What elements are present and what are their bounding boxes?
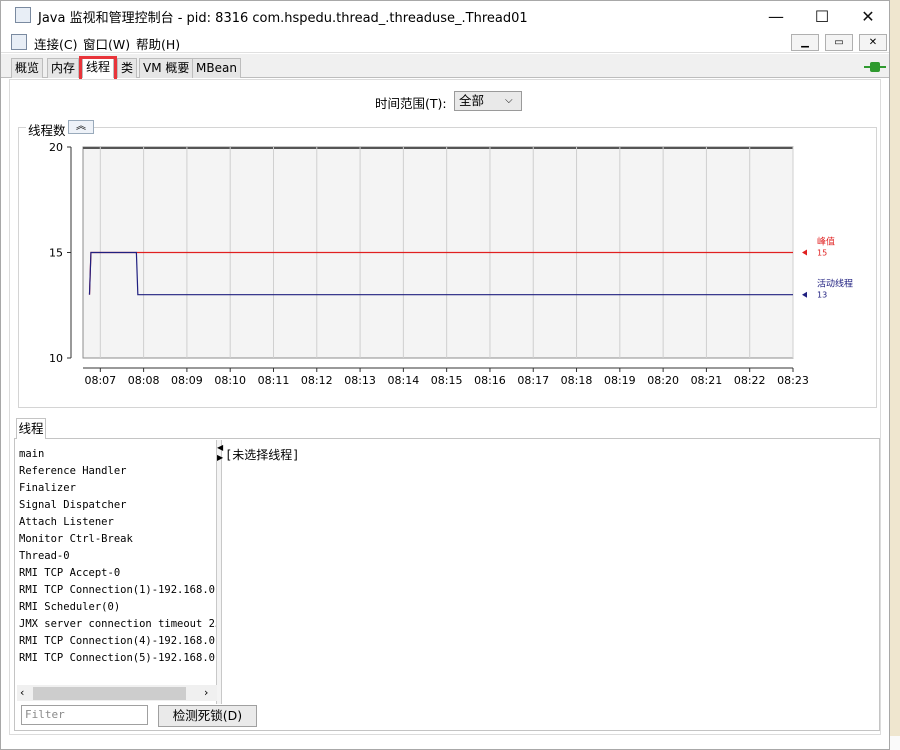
thread-list-item[interactable]: Thread-0 bbox=[16, 548, 216, 565]
menu-bar bbox=[1, 31, 889, 53]
x-tick-label: 08:17 bbox=[517, 374, 549, 387]
thread-list-item[interactable]: Monitor Ctrl-Break bbox=[16, 531, 216, 548]
tab-memory[interactable]: 内存 bbox=[47, 58, 80, 78]
maximize-button[interactable]: ☐ bbox=[799, 1, 845, 31]
x-tick-label: 08:16 bbox=[474, 374, 506, 387]
thread-list-item[interactable]: RMI TCP Connection(4)-192.168.0.1 bbox=[16, 633, 216, 650]
thread-list-item[interactable]: Attach Listener bbox=[16, 514, 216, 531]
time-range-label: 时间范围(T): bbox=[375, 96, 447, 111]
x-tick-label: 08:10 bbox=[214, 374, 246, 387]
java-cup-icon[interactable] bbox=[11, 34, 27, 50]
scroll-left-icon[interactable]: ‹ bbox=[20, 686, 24, 699]
thread-filter-input[interactable]: Filter bbox=[21, 705, 148, 725]
x-tick-label: 08:07 bbox=[84, 374, 116, 387]
internal-minimize-button[interactable]: ▁ bbox=[791, 34, 819, 51]
thread-list-item[interactable]: RMI TCP Connection(1)-192.168.0.1 bbox=[16, 582, 216, 599]
thread-list-item[interactable]: JMX server connection timeout 25 bbox=[16, 616, 216, 633]
window-title: Java 监视和管理控制台 - pid: 8316 com.hspedu.thr… bbox=[38, 11, 528, 26]
tab-overview[interactable]: 概览 bbox=[11, 58, 44, 78]
thread-list-item[interactable]: RMI Scheduler(0) bbox=[16, 599, 216, 616]
legend-marker bbox=[802, 291, 807, 298]
x-tick-label: 08:18 bbox=[561, 374, 593, 387]
x-tick-label: 08:14 bbox=[388, 374, 420, 387]
y-tick-label: 20 bbox=[49, 141, 63, 154]
x-tick-label: 08:23 bbox=[777, 374, 809, 387]
tab-vm-summary[interactable]: VM 概要 bbox=[139, 58, 194, 78]
thread-count-chart: 08:07 08:08 08:09 08:10 08:11 08:12 08:13 08:14… bbox=[49, 141, 853, 387]
connection-status-icon bbox=[864, 62, 886, 72]
x-tick-label: 08:11 bbox=[258, 374, 290, 387]
internal-restore-button[interactable]: ▭ bbox=[825, 34, 853, 51]
chevron-down-icon: ⌵ bbox=[505, 95, 513, 106]
legend-marker bbox=[802, 249, 807, 256]
x-tick-label: 08:09 bbox=[171, 374, 203, 387]
x-tick-label: 08:22 bbox=[734, 374, 766, 387]
thread-list-item[interactable]: main bbox=[16, 446, 216, 463]
java-cup-icon bbox=[15, 7, 31, 23]
x-tick-label: 08:15 bbox=[431, 374, 463, 387]
x-tick-label: 08:19 bbox=[604, 374, 636, 387]
tab-mbean[interactable]: MBean bbox=[192, 58, 241, 78]
x-tick-label: 08:21 bbox=[691, 374, 723, 387]
legend-value: 15 bbox=[817, 249, 827, 258]
collapse-left-icon[interactable]: ◀ bbox=[217, 443, 223, 452]
menu-help[interactable]: 帮助(H) bbox=[136, 34, 180, 53]
close-button[interactable]: ✕ bbox=[845, 1, 891, 31]
tab-classes[interactable]: 类 bbox=[117, 58, 138, 78]
x-tick-label: 08:20 bbox=[647, 374, 679, 387]
legend-label: 活动线程 bbox=[817, 278, 853, 290]
scrollbar-thumb[interactable] bbox=[33, 687, 186, 700]
thread-list-item[interactable]: RMI TCP Connection(5)-192.168.0.1 bbox=[16, 650, 216, 667]
menu-window[interactable]: 窗口(W) bbox=[83, 34, 130, 53]
thread-list-item[interactable]: Signal Dispatcher bbox=[16, 497, 216, 514]
thread-list-item[interactable]: Reference Handler bbox=[16, 463, 216, 480]
thread-detail-text: [未选择线程] bbox=[225, 448, 300, 462]
menu-connection[interactable]: 连接(C) bbox=[34, 34, 77, 53]
collapse-chart-button[interactable]: ︽ bbox=[68, 120, 94, 134]
y-tick-label: 15 bbox=[49, 247, 63, 260]
split-pane-divider[interactable] bbox=[216, 440, 222, 704]
x-tick-label: 08:08 bbox=[128, 374, 160, 387]
x-tick-label: 08:13 bbox=[344, 374, 376, 387]
y-tick-label: 10 bbox=[49, 352, 63, 365]
legend-label: 峰值 bbox=[817, 236, 835, 248]
thread-list-item[interactable]: RMI TCP Accept-0 bbox=[16, 565, 216, 582]
internal-close-button[interactable]: ✕ bbox=[859, 34, 887, 51]
chart-title: 线程数 bbox=[26, 120, 68, 139]
legend-value: 13 bbox=[817, 291, 827, 300]
minimize-button[interactable]: — bbox=[753, 1, 799, 31]
thread-list-item[interactable]: Finalizer bbox=[16, 480, 216, 497]
collapse-right-icon[interactable]: ▶ bbox=[217, 453, 223, 462]
scroll-right-icon[interactable]: › bbox=[204, 686, 208, 699]
threads-subtab[interactable]: 线程 bbox=[16, 418, 46, 439]
desktop-background bbox=[890, 0, 900, 750]
thread-list: main Reference Handler Finalizer Signal Dis… bbox=[16, 446, 216, 667]
x-tick-label: 08:12 bbox=[301, 374, 333, 387]
detect-deadlock-button[interactable]: 检测死锁(D) bbox=[158, 705, 257, 727]
